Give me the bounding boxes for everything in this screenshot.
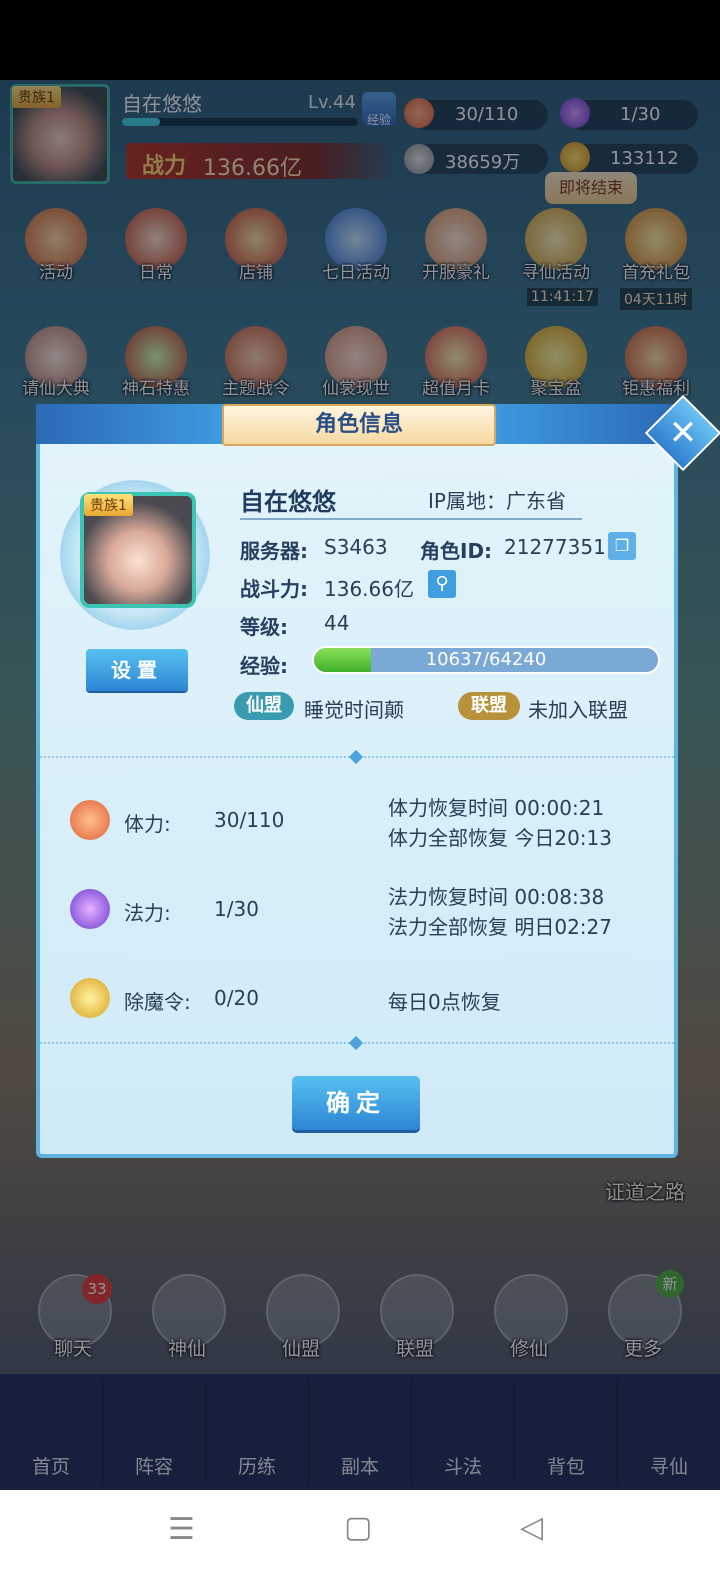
stamina-stat-value: 30/110 (214, 808, 285, 832)
level-value: 44 (324, 611, 350, 635)
server-value: S3463 (324, 535, 388, 559)
recent-apps-button[interactable]: ☰ (168, 1512, 195, 1547)
role-id-value: 21277351 (504, 535, 606, 559)
mana-label: 法力: (124, 901, 171, 925)
role-id-label: 角色ID: (420, 539, 493, 563)
mana-recover-time: 法力恢复时间 00:08:38 (388, 885, 605, 909)
confirm-button[interactable]: 确定 (292, 1076, 420, 1130)
dialog-noble-rank-tag: 贵族1 (84, 494, 133, 516)
demon-token-icon (70, 978, 110, 1018)
role-name: 自在悠悠 (240, 488, 336, 516)
home-button[interactable]: ▢ (344, 1510, 372, 1545)
mana-stat-value: 1/30 (214, 897, 259, 921)
name-underline (240, 518, 582, 520)
close-icon[interactable]: ✕ (656, 406, 710, 460)
stamina-full-recover: 体力全部恢复 今日20:13 (388, 826, 612, 850)
server-label: 服务器: (240, 539, 308, 563)
search-icon[interactable]: ⚲ (428, 570, 456, 598)
peach-icon (70, 800, 110, 840)
mana-full-recover: 法力全部恢复 明日02:27 (388, 915, 612, 939)
settings-button[interactable]: 设置 (86, 649, 188, 691)
stamina-recover-time: 体力恢复时间 00:00:21 (388, 796, 605, 820)
exp-progress-text: 10637/64240 (425, 649, 547, 670)
mana-flame-icon (70, 889, 110, 929)
alliance-status: 未加入联盟 (528, 698, 628, 722)
status-bar (0, 0, 720, 80)
exp-label: 经验: (240, 654, 288, 678)
back-button[interactable]: ◁ (520, 1510, 543, 1545)
sect-tag: 仙盟 (234, 692, 294, 720)
combat-power-value: 136.66亿 (324, 577, 414, 601)
stamina-label: 体力: (124, 812, 171, 836)
level-label: 等级: (240, 615, 288, 639)
demon-token-label: 除魔令: (124, 990, 191, 1014)
copy-icon[interactable]: ❐ (608, 532, 636, 560)
demon-token-value: 0/20 (214, 986, 259, 1010)
system-nav-bar: ☰ ▢ ◁ (0, 1490, 720, 1584)
sect-name[interactable]: 睡觉时间颠 (304, 694, 404, 723)
alliance-tag: 联盟 (458, 692, 520, 720)
ip-location: IP属地：广东省 (428, 489, 566, 513)
combat-power-label: 战斗力: (240, 577, 308, 601)
demon-token-recover-note: 每日0点恢复 (388, 990, 501, 1014)
dialog-title: 角色信息 (222, 404, 496, 446)
